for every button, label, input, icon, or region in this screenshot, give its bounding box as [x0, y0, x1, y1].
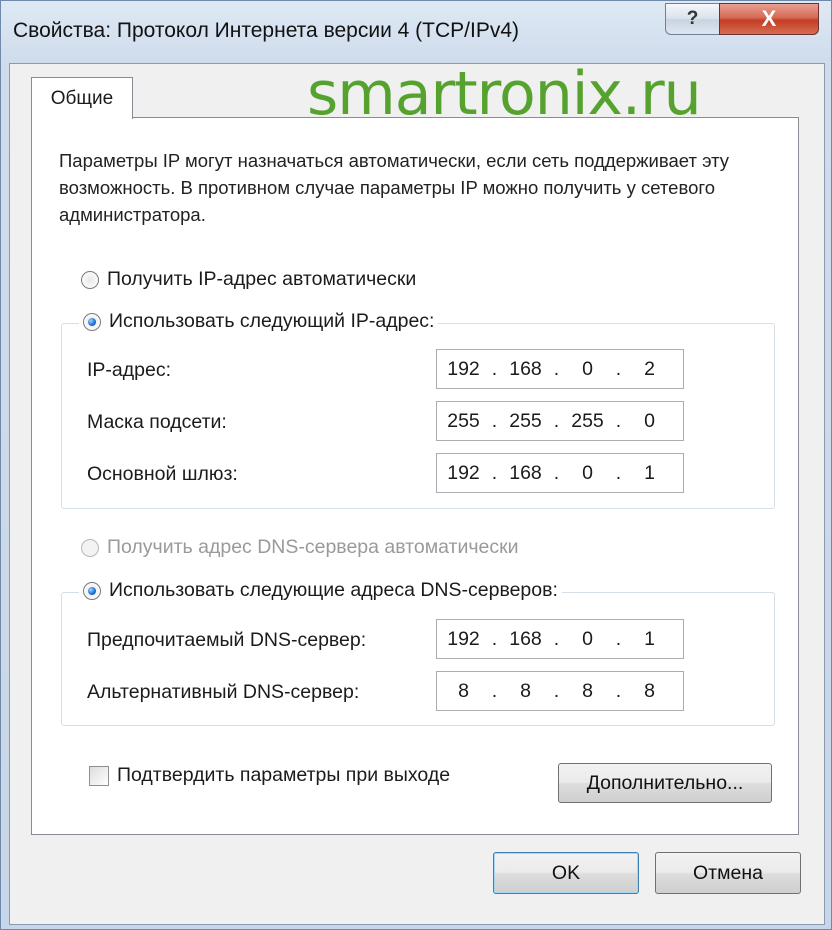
ip-octet: 168 — [509, 357, 542, 380]
validate-checkbox[interactable] — [89, 765, 109, 786]
ip-octet: 0 — [582, 357, 593, 380]
subnet-mask-input[interactable]: 255. 255. 255. 0 — [436, 401, 684, 441]
alternate-dns-label: Альтернативный DNS-сервер: — [87, 681, 360, 703]
ip-manual-radio[interactable] — [83, 312, 101, 331]
dns-auto-label: Получить адрес DNS-сервера автоматически — [107, 536, 519, 558]
ip-octet: 255 — [447, 409, 480, 432]
cancel-button[interactable]: Отмена — [655, 852, 801, 894]
ip-octet: 192 — [447, 357, 480, 380]
ip-manual-radio-row[interactable]: Использовать следующий IP-адрес: — [79, 310, 439, 333]
dns-manual-radio-row[interactable]: Использовать следующие адреса DNS-сервер… — [79, 579, 562, 602]
ip-octet: 192 — [447, 461, 480, 484]
dialog-window: Свойства: Протокол Интернета версии 4 (T… — [0, 0, 832, 930]
ip-octet: 1 — [644, 627, 655, 650]
ip-octet: 192 — [447, 627, 480, 650]
ip-auto-radio-row[interactable]: Получить IP-адрес автоматически — [81, 268, 416, 291]
subnet-mask-label: Маска подсети: — [87, 411, 227, 433]
alternate-dns-input[interactable]: 8. 8. 8. 8 — [436, 671, 684, 711]
ip-octet: 8 — [644, 679, 655, 702]
validate-checkbox-row[interactable]: Подтвердить параметры при выходе — [89, 764, 450, 787]
ok-button[interactable]: OK — [493, 852, 639, 894]
ip-octet: 168 — [509, 627, 542, 650]
ip-octet: 1 — [644, 461, 655, 484]
help-icon: ? — [686, 8, 699, 29]
advanced-button[interactable]: Дополнительно... — [558, 763, 772, 803]
ip-octet: 8 — [520, 679, 531, 702]
gateway-label: Основной шлюз: — [87, 463, 238, 485]
dns-auto-radio[interactable] — [81, 538, 99, 557]
gateway-input[interactable]: 192. 168. 0. 1 — [436, 453, 684, 493]
watermark-logo: smartronix.ru — [307, 59, 702, 129]
validate-label: Подтвердить параметры при выходе — [117, 764, 451, 786]
ip-octet: 8 — [582, 679, 593, 702]
tab-general[interactable]: Общие — [31, 77, 133, 119]
ip-auto-radio[interactable] — [81, 270, 99, 289]
close-icon: X — [761, 6, 777, 31]
window-title: Свойства: Протокол Интернета версии 4 (T… — [13, 19, 519, 42]
ip-octet: 2 — [644, 357, 655, 380]
dns-manual-label: Использовать следующие адреса DNS-сервер… — [109, 579, 558, 601]
ip-auto-label: Получить IP-адрес автоматически — [107, 268, 417, 290]
dns-manual-radio[interactable] — [83, 581, 101, 600]
ip-address-label: IP-адрес: — [87, 359, 171, 381]
caption-buttons: ? X — [665, 3, 819, 37]
description-text: Параметры IP могут назначаться автоматич… — [59, 150, 730, 225]
ip-octet: 8 — [458, 679, 469, 702]
ip-octet: 168 — [509, 461, 542, 484]
ip-octet: 255 — [571, 409, 604, 432]
ip-octet: 0 — [644, 409, 655, 432]
title-bar[interactable]: Свойства: Протокол Интернета версии 4 (T… — [1, 1, 832, 63]
ip-octet: 0 — [582, 627, 593, 650]
ip-manual-label: Использовать следующий IP-адрес: — [109, 310, 435, 332]
close-button[interactable]: X — [719, 3, 819, 35]
preferred-dns-label: Предпочитаемый DNS-сервер: — [87, 629, 367, 651]
preferred-dns-input[interactable]: 192. 168. 0. 1 — [436, 619, 684, 659]
ip-octet: 255 — [509, 409, 542, 432]
ip-octet: 0 — [582, 461, 593, 484]
ip-address-input[interactable]: 192. 168. 0. 2 — [436, 349, 684, 389]
help-button[interactable]: ? — [665, 3, 719, 35]
dns-auto-radio-row[interactable]: Получить адрес DNS-сервера автоматически — [81, 536, 519, 559]
